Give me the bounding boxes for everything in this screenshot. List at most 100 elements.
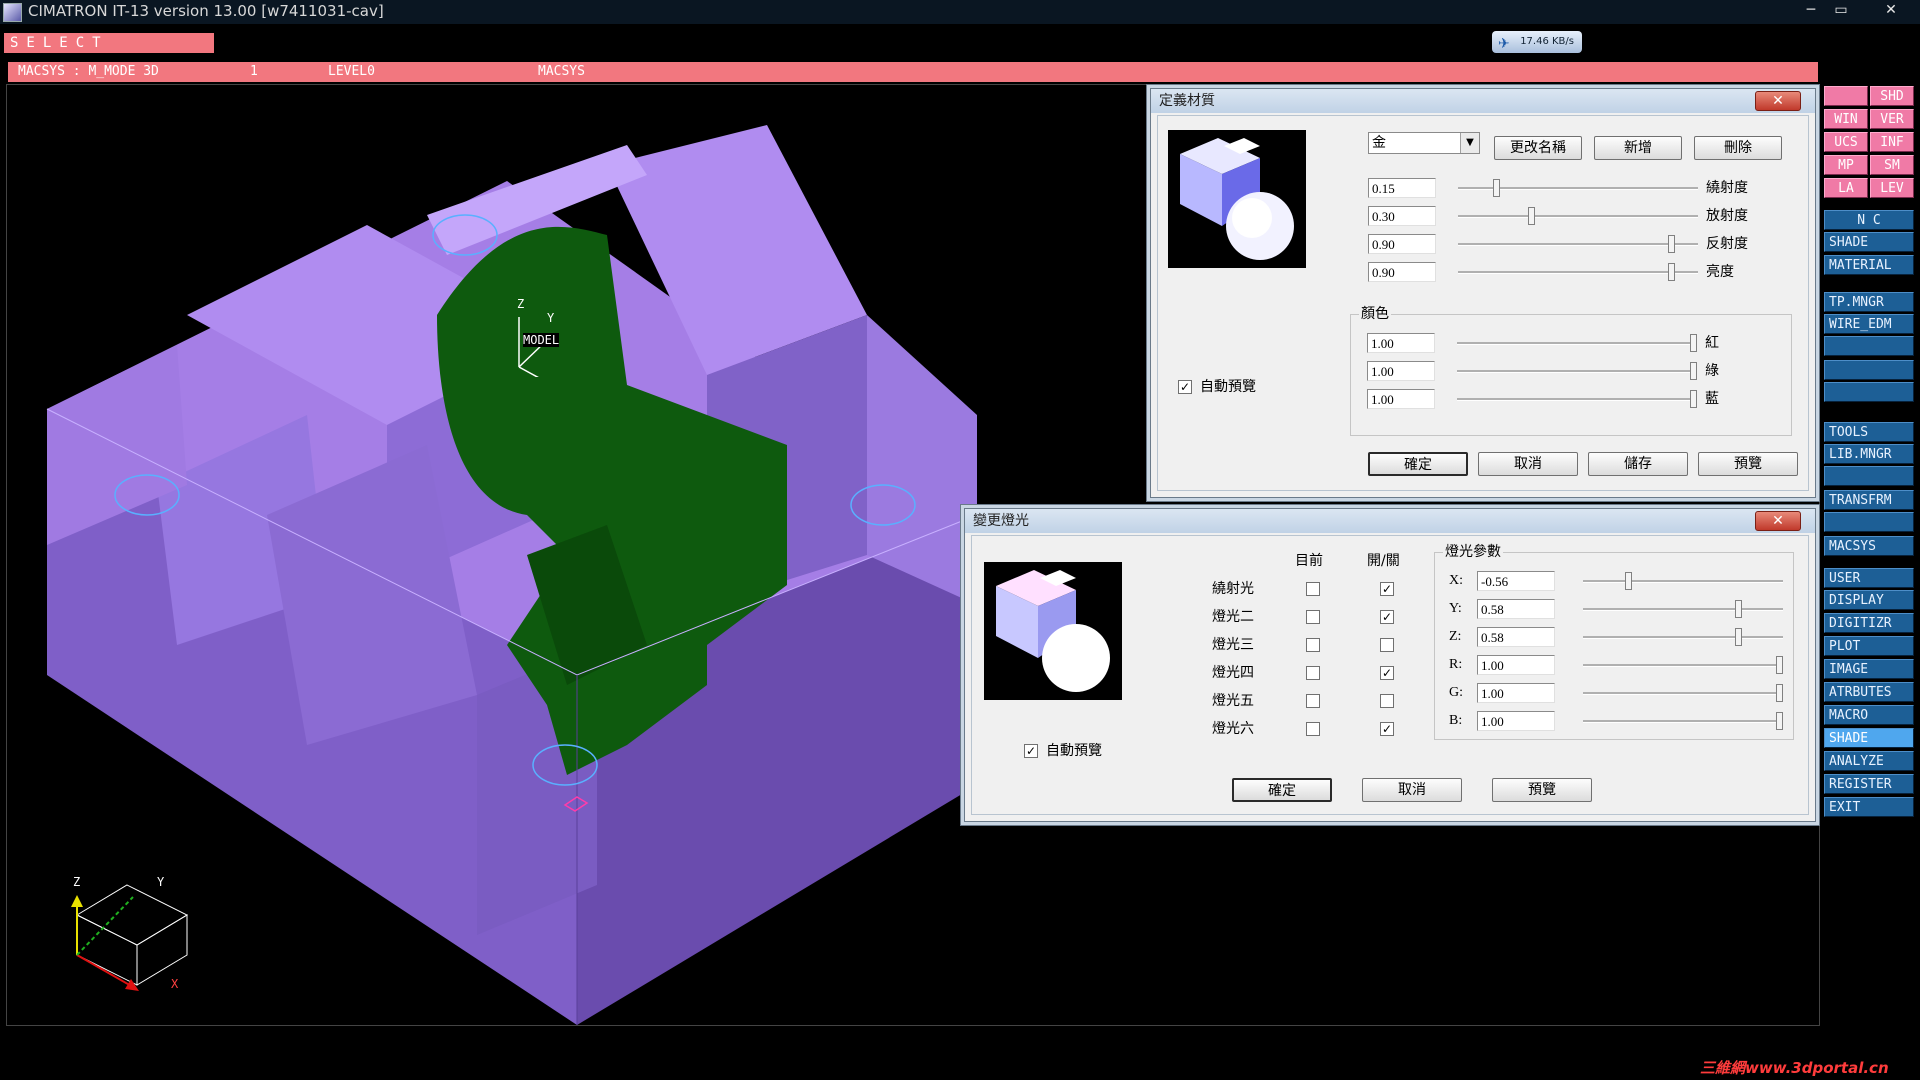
chevron-down-icon[interactable]: ▼	[1460, 133, 1479, 153]
side-menu-item[interactable]	[1824, 466, 1914, 486]
light-param-field[interactable]: -0.56	[1477, 571, 1555, 591]
light-param-field[interactable]: 1.00	[1477, 683, 1555, 703]
side-menu-item[interactable]: DISPLAY	[1824, 590, 1914, 610]
color-channel-field[interactable]: 1.00	[1367, 333, 1435, 353]
light-param-slider[interactable]	[1583, 628, 1783, 646]
side-menu-item[interactable]: DIGITIZR	[1824, 613, 1914, 633]
side-menu-item[interactable]: N C	[1824, 210, 1914, 230]
side-menu-item[interactable]: LEV	[1870, 178, 1914, 198]
light-current-checkbox[interactable]	[1306, 722, 1320, 736]
light-auto-preview-checkbox[interactable]: ✓	[1024, 744, 1038, 758]
material-property-field[interactable]: 0.90	[1368, 234, 1436, 254]
side-menu-item[interactable]: SHD	[1870, 86, 1914, 106]
side-menu-item[interactable]: SHADE	[1824, 728, 1914, 748]
material-property-slider[interactable]	[1458, 263, 1698, 281]
slider-thumb[interactable]	[1776, 684, 1783, 702]
slider-thumb[interactable]	[1735, 628, 1742, 646]
light-onoff-checkbox[interactable]: ✓	[1380, 722, 1394, 736]
material-bottom-button[interactable]: 取消	[1478, 452, 1578, 476]
side-menu-item[interactable]: IMAGE	[1824, 659, 1914, 679]
side-menu-item[interactable]: USER	[1824, 568, 1914, 588]
material-property-field[interactable]: 0.15	[1368, 178, 1436, 198]
material-auto-preview-checkbox[interactable]: ✓	[1178, 380, 1192, 394]
side-menu-item[interactable]: LIB.MNGR	[1824, 444, 1914, 464]
material-property-slider[interactable]	[1458, 207, 1698, 225]
side-menu-item[interactable]	[1824, 382, 1914, 402]
light-bottom-button[interactable]: 預覽	[1492, 778, 1592, 802]
slider-thumb[interactable]	[1668, 263, 1675, 281]
side-menu-item[interactable]: SHADE	[1824, 232, 1914, 252]
slider-thumb[interactable]	[1735, 600, 1742, 618]
light-onoff-checkbox[interactable]: ✓	[1380, 610, 1394, 624]
side-menu-item[interactable]: WIRE_EDM	[1824, 314, 1914, 334]
side-menu-item[interactable]	[1824, 360, 1914, 380]
light-bottom-button[interactable]: 確定	[1232, 778, 1332, 802]
light-current-checkbox[interactable]	[1306, 582, 1320, 596]
side-menu-item[interactable]: ATRBUTES	[1824, 682, 1914, 702]
side-menu-item[interactable]: SM	[1870, 155, 1914, 175]
light-bottom-button[interactable]: 取消	[1362, 778, 1462, 802]
light-onoff-checkbox[interactable]	[1380, 638, 1394, 652]
light-onoff-checkbox[interactable]	[1380, 694, 1394, 708]
slider-thumb[interactable]	[1493, 179, 1500, 197]
slider-thumb[interactable]	[1776, 712, 1783, 730]
side-menu-item[interactable]: PLOT	[1824, 636, 1914, 656]
light-onoff-checkbox[interactable]: ✓	[1380, 666, 1394, 680]
material-dialog-close-button[interactable]: ✕	[1755, 91, 1801, 111]
side-menu-item[interactable]	[1824, 86, 1868, 106]
side-menu-item[interactable]: VER	[1870, 109, 1914, 129]
slider-thumb[interactable]	[1668, 235, 1675, 253]
light-param-slider[interactable]	[1583, 600, 1783, 618]
side-menu-item[interactable]: ANALYZE	[1824, 751, 1914, 771]
light-param-slider[interactable]	[1583, 572, 1783, 590]
color-channel-field[interactable]: 1.00	[1367, 361, 1435, 381]
material-select[interactable]: 金 ▼	[1368, 132, 1480, 154]
light-current-checkbox[interactable]	[1306, 638, 1320, 652]
material-property-field[interactable]: 0.30	[1368, 206, 1436, 226]
light-param-field[interactable]: 1.00	[1477, 711, 1555, 731]
material-property-field[interactable]: 0.90	[1368, 262, 1436, 282]
color-channel-slider[interactable]	[1457, 334, 1697, 352]
minimize-button[interactable]: ─	[1796, 0, 1826, 20]
close-button[interactable]: ✕	[1876, 0, 1906, 20]
light-onoff-checkbox[interactable]: ✓	[1380, 582, 1394, 596]
side-menu-item[interactable]: LA	[1824, 178, 1868, 198]
light-param-slider[interactable]	[1583, 684, 1783, 702]
material-bottom-button[interactable]: 儲存	[1588, 452, 1688, 476]
side-menu-item[interactable]: MATERIAL	[1824, 255, 1914, 275]
side-menu-item[interactable]: TRANSFRM	[1824, 490, 1914, 510]
side-menu-item[interactable]: WIN	[1824, 109, 1868, 129]
light-dialog-close-button[interactable]: ✕	[1755, 511, 1801, 531]
light-current-checkbox[interactable]	[1306, 694, 1320, 708]
side-menu-item[interactable]: UCS	[1824, 132, 1868, 152]
maximize-button[interactable]: ▭	[1826, 0, 1856, 20]
light-current-checkbox[interactable]	[1306, 666, 1320, 680]
light-param-slider[interactable]	[1583, 712, 1783, 730]
color-channel-field[interactable]: 1.00	[1367, 389, 1435, 409]
side-menu-item[interactable]: REGISTER	[1824, 774, 1914, 794]
light-param-field[interactable]: 0.58	[1477, 599, 1555, 619]
color-channel-slider[interactable]	[1457, 390, 1697, 408]
material-top-button[interactable]: 新增	[1594, 136, 1682, 160]
side-menu-item[interactable]: INF	[1870, 132, 1914, 152]
material-property-slider[interactable]	[1458, 179, 1698, 197]
light-param-slider[interactable]	[1583, 656, 1783, 674]
material-top-button[interactable]: 刪除	[1694, 136, 1782, 160]
light-current-checkbox[interactable]	[1306, 610, 1320, 624]
color-channel-slider[interactable]	[1457, 362, 1697, 380]
side-menu-item[interactable]: EXIT	[1824, 797, 1914, 817]
material-top-button[interactable]: 更改名稱	[1494, 136, 1582, 160]
side-menu-item[interactable]: MACRO	[1824, 705, 1914, 725]
material-property-slider[interactable]	[1458, 235, 1698, 253]
material-bottom-button[interactable]: 確定	[1368, 452, 1468, 476]
slider-thumb[interactable]	[1776, 656, 1783, 674]
side-menu-item[interactable]: TP.MNGR	[1824, 292, 1914, 312]
side-menu-item[interactable]: MACSYS	[1824, 536, 1914, 556]
side-menu-item[interactable]: MP	[1824, 155, 1868, 175]
side-menu-item[interactable]	[1824, 336, 1914, 356]
light-param-field[interactable]: 0.58	[1477, 627, 1555, 647]
light-param-field[interactable]: 1.00	[1477, 655, 1555, 675]
slider-thumb[interactable]	[1690, 390, 1697, 408]
window-title-bar[interactable]: CIMATRON IT-13 version 13.00 [w7411031-c…	[0, 0, 1920, 24]
slider-thumb[interactable]	[1625, 572, 1632, 590]
